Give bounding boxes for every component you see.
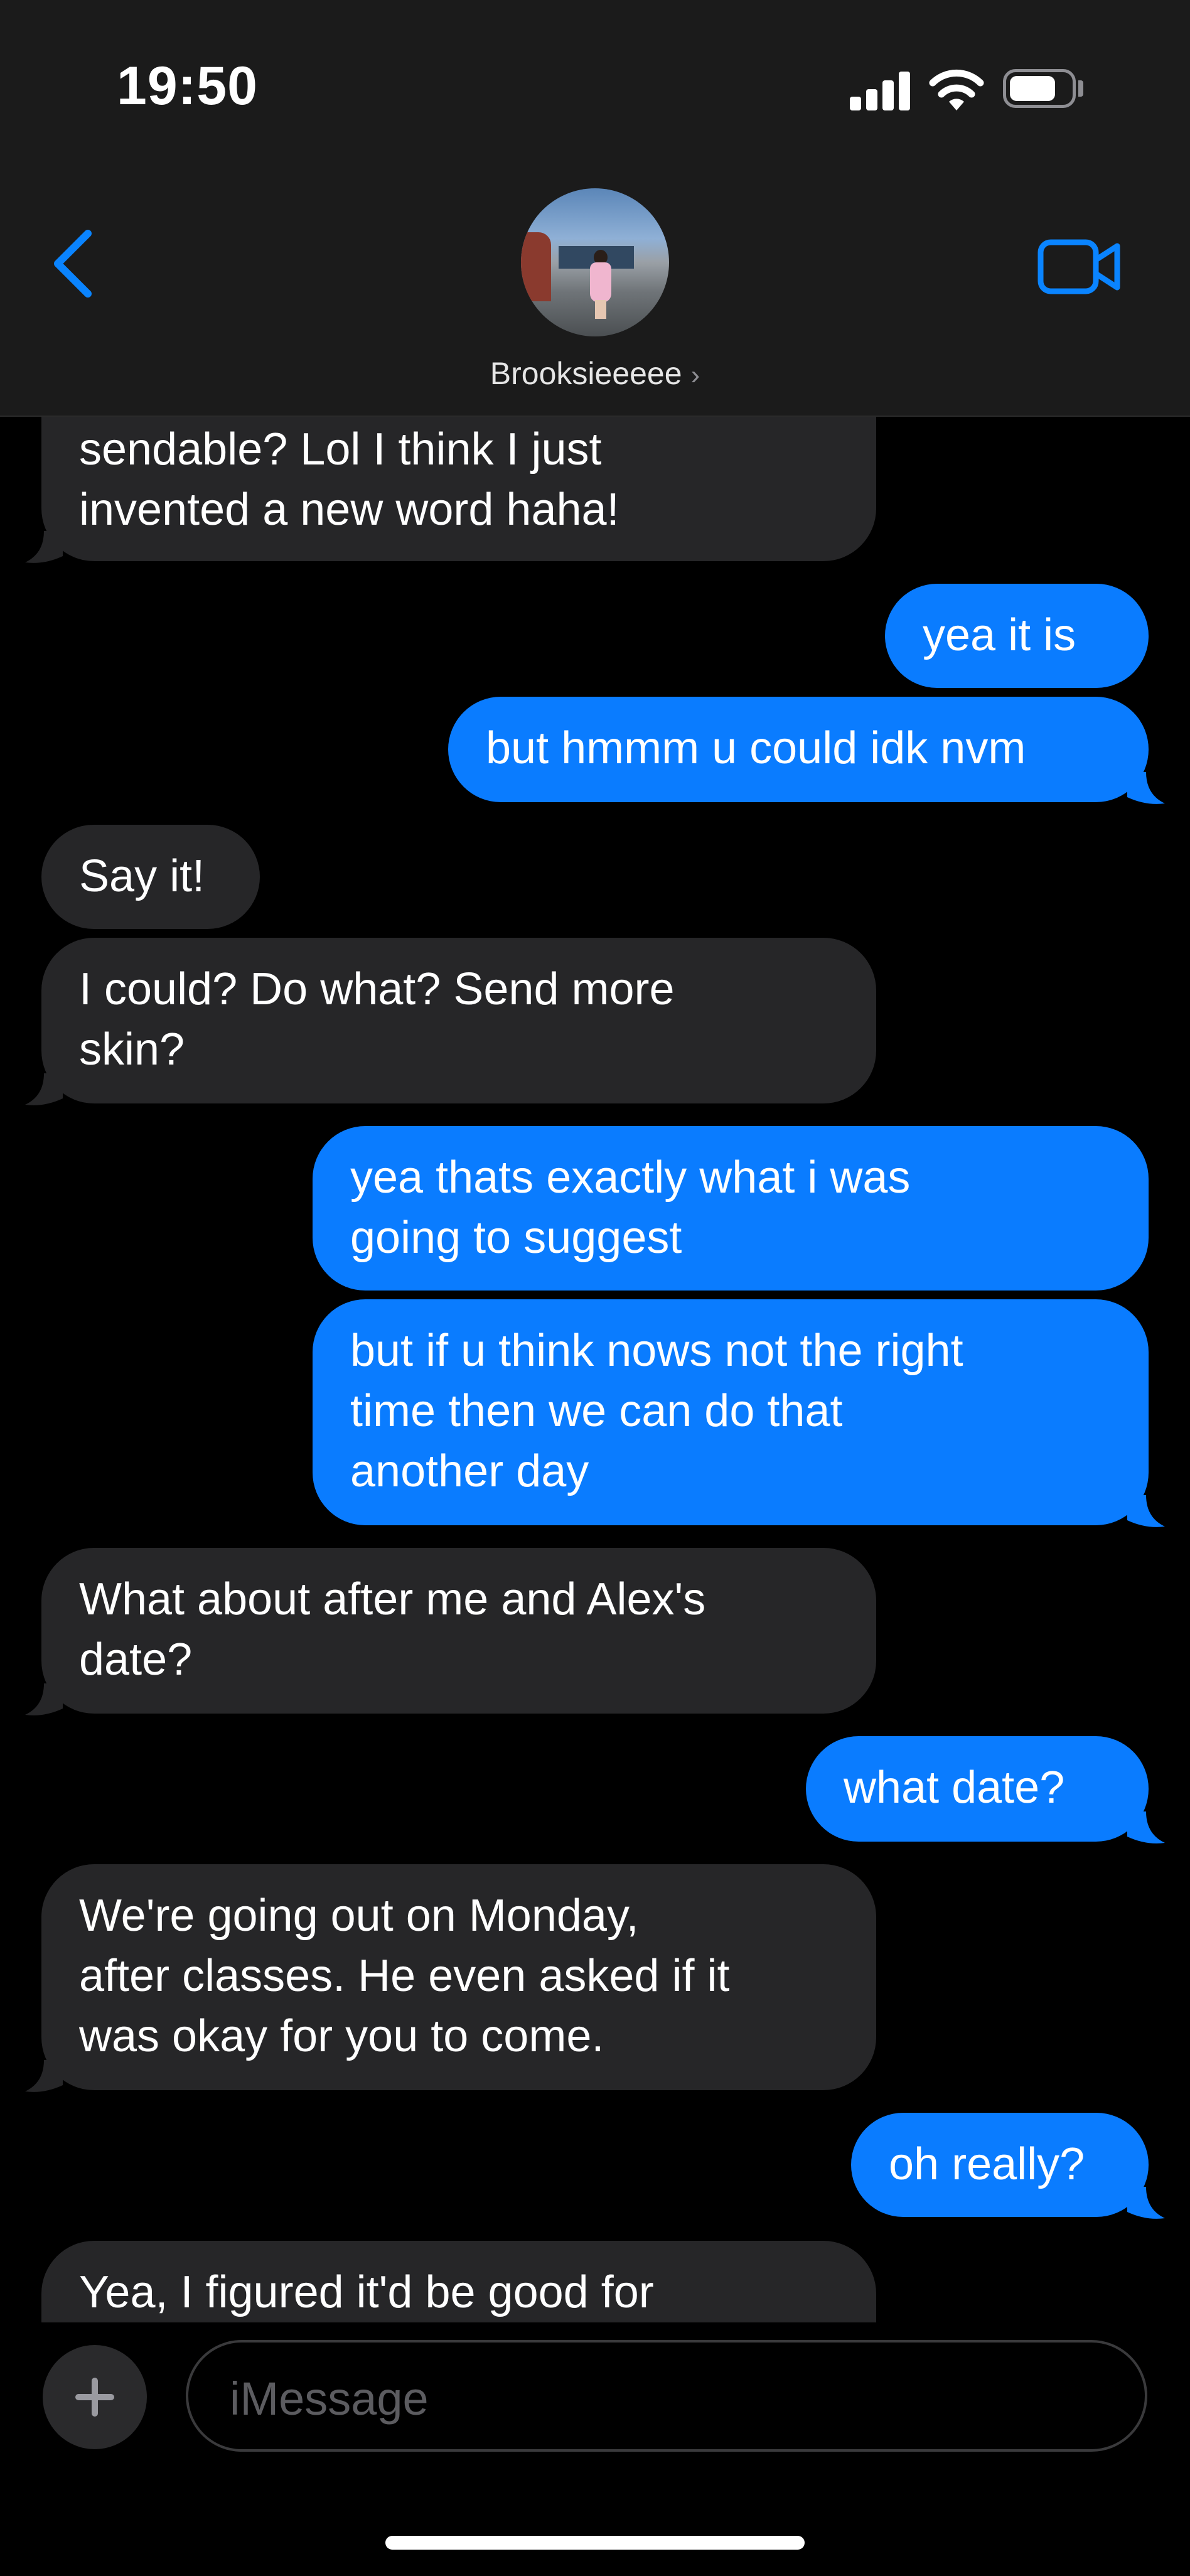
status-bar: 19:50 bbox=[0, 0, 1190, 169]
message-bubble-received[interactable]: I could? Do what? Send more skin? bbox=[41, 938, 876, 1103]
status-time: 19:50 bbox=[117, 56, 258, 116]
video-camera-icon bbox=[1037, 239, 1120, 294]
wifi-icon bbox=[929, 69, 984, 110]
battery-cap bbox=[1078, 80, 1083, 97]
bubble-tail-icon bbox=[25, 1073, 63, 1105]
video-call-button[interactable] bbox=[1036, 232, 1123, 301]
apps-plus-button[interactable] bbox=[43, 2345, 147, 2449]
message-bubble-sent[interactable]: what date? bbox=[806, 1736, 1149, 1842]
imessage-input[interactable] bbox=[228, 2368, 1047, 2429]
contact-name: Brooksieeeee bbox=[490, 356, 682, 391]
conversation-header: 19:50 Brooksieeeee › bbox=[0, 0, 1190, 417]
battery-icon bbox=[1003, 69, 1076, 108]
chevron-left-icon bbox=[54, 230, 92, 298]
message-input-field[interactable] bbox=[186, 2340, 1147, 2452]
home-indicator[interactable] bbox=[385, 2536, 805, 2550]
message-bubble-received[interactable]: We're going out on Monday, after classes… bbox=[41, 1864, 876, 2090]
bubble-tail-icon bbox=[25, 2060, 63, 2092]
bubble-tail-icon bbox=[1127, 1811, 1165, 1843]
contact-avatar[interactable] bbox=[521, 188, 669, 336]
message-bubble-sent[interactable]: yea thats exactly what i was going to su… bbox=[313, 1126, 1149, 1291]
chevron-right-icon: › bbox=[690, 360, 700, 390]
message-bubble-sent[interactable]: but if u think nows not the right time t… bbox=[313, 1299, 1149, 1525]
back-button[interactable] bbox=[44, 226, 100, 301]
bubble-tail-icon bbox=[1127, 1495, 1165, 1527]
message-bubble-received[interactable]: Say it! bbox=[41, 825, 260, 929]
message-bubble-received[interactable]: What about after me and Alex's date? bbox=[41, 1548, 876, 1714]
message-bubble-sent[interactable]: oh really? bbox=[851, 2113, 1149, 2217]
message-bubble-sent[interactable]: yea it is bbox=[885, 584, 1149, 688]
contact-name-button[interactable]: Brooksieeeee › bbox=[0, 355, 1190, 392]
bubble-tail-icon bbox=[25, 1683, 63, 1715]
bubble-tail-icon bbox=[1127, 772, 1165, 804]
message-bubble-sent[interactable]: but hmmm u could idk nvm bbox=[448, 697, 1149, 802]
message-composer bbox=[0, 2322, 1190, 2576]
cellular-signal-icon bbox=[850, 70, 910, 110]
bubble-tail-icon bbox=[1127, 2187, 1165, 2219]
bubble-tail-icon bbox=[25, 531, 63, 563]
messages-app: sendable? Lol I think I just invented a … bbox=[0, 0, 1190, 2576]
